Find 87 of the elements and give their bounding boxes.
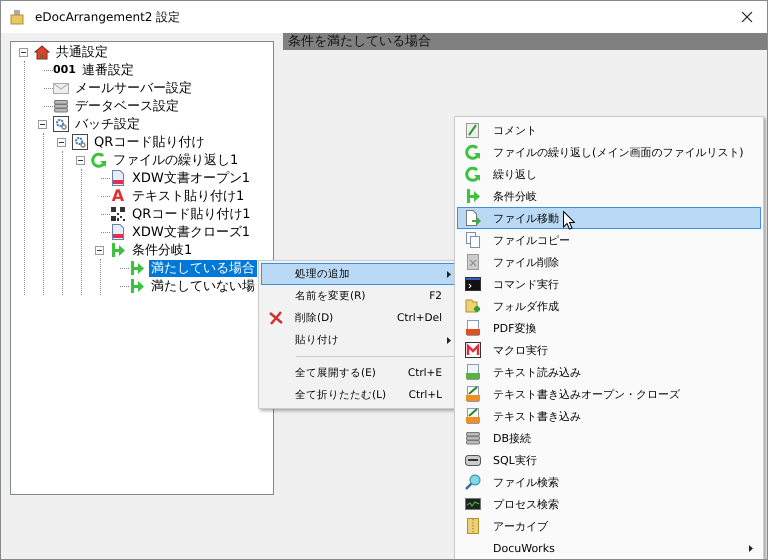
submenu-arrow-icon [447, 336, 451, 344]
loop-arrow-icon [91, 152, 107, 168]
menu-item[interactable]: 名前を変更(R) F2 [261, 285, 457, 307]
note-pencil-icon [465, 122, 481, 138]
menu-item[interactable]: ファイル移動 [457, 207, 761, 229]
collapse-toggle[interactable] [38, 120, 47, 128]
database-icon [53, 98, 69, 114]
collapse-toggle[interactable] [95, 246, 104, 254]
file-cross-icon [465, 254, 481, 270]
menu-item[interactable]: コメント [457, 119, 761, 141]
menu-item[interactable]: SQL実行 [457, 449, 761, 471]
text-file-pencil-icon [465, 386, 481, 402]
menu-item[interactable]: マクロ実行 [457, 339, 761, 361]
mouse-cursor-icon [563, 211, 575, 230]
window-title: eDocArrangement2 設定 [35, 8, 182, 26]
search-icon [465, 474, 481, 490]
menu-item[interactable]: ファイル検索 [457, 471, 761, 493]
menu-item[interactable]: 削除(D) Ctrl+Del [261, 307, 457, 329]
text-file-pencil-icon [465, 408, 481, 424]
folder-plus-icon [465, 298, 481, 314]
close-icon[interactable] [741, 11, 753, 23]
branch-arrow-icon [465, 188, 481, 204]
macro-icon [465, 342, 481, 358]
tree-item[interactable]: ファイルの繰り返し1 [111, 152, 240, 168]
menu-item[interactable]: アーカイブ [457, 515, 761, 537]
menu-item[interactable]: PDF変換 [457, 317, 761, 339]
tree-item[interactable]: メールサーバー設定 [73, 80, 194, 96]
tree-item[interactable]: テキスト貼り付け1 [130, 188, 246, 204]
file-arrow-icon [465, 210, 481, 226]
collapse-toggle[interactable] [76, 156, 85, 164]
menu-item[interactable]: テキスト書き込み [457, 405, 761, 427]
house-icon [34, 44, 50, 60]
cross-icon [268, 310, 284, 326]
tree-item[interactable]: 満たしていない場 [149, 278, 257, 294]
branch-arrow-icon [129, 278, 145, 294]
files-icon [465, 232, 481, 248]
tree-item[interactable]: XDW文書オープン1 [130, 170, 252, 186]
branch-arrow-icon [129, 260, 145, 276]
menu-item[interactable]: コマンド実行 [457, 273, 761, 295]
tree-item[interactable]: 共通設定 [54, 44, 110, 60]
menu-item[interactable]: ファイル削除 [457, 251, 761, 273]
submenu-arrow-icon [749, 544, 753, 552]
tree-item[interactable]: バッチ設定 [73, 116, 142, 132]
tree-item[interactable]: 連番設定 [80, 62, 136, 78]
tree-item[interactable]: 満たしている場合 [149, 260, 257, 276]
text-file-icon [465, 364, 481, 380]
panel-header: 条件を満たしている場合 [283, 33, 767, 50]
document-icon [110, 170, 126, 186]
folder-icon [10, 9, 26, 25]
menu-item[interactable]: ファイルの繰り返し(メイン画面のファイルリスト) [457, 141, 761, 163]
tree-item[interactable]: XDW文書クローズ1 [130, 224, 252, 240]
menu-item[interactable]: フォルダ作成 [457, 295, 761, 317]
menu-item[interactable]: 全て折りたたむ(L) Ctrl+L [261, 384, 457, 406]
tree-item[interactable]: QRコード貼り付け1 [130, 206, 253, 222]
menu-item[interactable]: DB接続 [457, 427, 761, 449]
menu-item[interactable]: テキスト書き込みオープン・クローズ [457, 383, 761, 405]
submenu-arrow-icon [447, 270, 451, 278]
menu-item[interactable]: DocuWorks [457, 537, 761, 559]
letter-icon: A [110, 188, 126, 204]
loop-arrow-icon [465, 144, 481, 160]
pdf-file-icon [465, 320, 481, 336]
menu-item[interactable]: テキスト読み込み [457, 361, 761, 383]
console-icon [465, 276, 481, 292]
monitor-icon [465, 496, 481, 512]
database-icon [465, 430, 481, 446]
branch-arrow-icon [110, 242, 126, 258]
menu-item[interactable]: 処理の追加 [261, 263, 457, 285]
loop-arrow-icon [465, 166, 481, 182]
tree-item[interactable]: データベース設定 [73, 98, 181, 114]
gear-window-icon [72, 134, 88, 150]
collapse-toggle[interactable] [57, 138, 66, 146]
envelope-icon [53, 80, 69, 96]
counter-icon: 001 [53, 62, 76, 78]
document-icon [110, 224, 126, 240]
qr-code-icon [110, 206, 126, 222]
menu-item[interactable]: 貼り付け [261, 329, 457, 351]
menu-item[interactable]: プロセス検索 [457, 493, 761, 515]
menu-item[interactable]: 全て展開する(E) Ctrl+E [261, 362, 457, 384]
tree-item[interactable]: 条件分岐1 [130, 242, 194, 258]
gear-window-icon [53, 116, 69, 132]
tree-item[interactable]: QRコード貼り付け [92, 134, 206, 150]
archive-icon [465, 518, 481, 534]
menu-item[interactable]: ファイルコピー [457, 229, 761, 251]
menu-item[interactable]: 繰り返し [457, 163, 761, 185]
menu-item[interactable]: 条件分岐 [457, 185, 761, 207]
collapse-toggle[interactable] [19, 48, 28, 56]
sql-database-icon [465, 452, 481, 468]
